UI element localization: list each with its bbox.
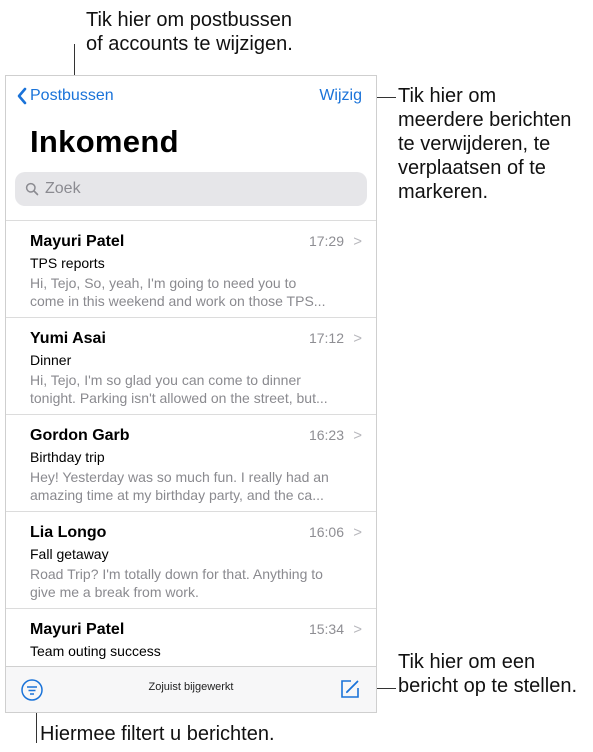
message-sender: Gordon Garb bbox=[30, 427, 130, 444]
back-button[interactable]: Postbussen bbox=[16, 87, 114, 105]
edit-button[interactable]: Wijzig bbox=[319, 87, 362, 105]
mail-screen: Postbussen Wijzig Inkomend Zoek Mayuri P… bbox=[5, 75, 377, 713]
message-preview-line: come in this weekend and work on those T… bbox=[30, 293, 326, 309]
callout-edit-line-3: te verwijderen, te bbox=[398, 133, 551, 155]
callout-edit-line-4: verplaatsen of te bbox=[398, 157, 546, 179]
message-time: 17:12 bbox=[308, 330, 344, 346]
callout-compose: Tik hier om een bericht op te stellen. bbox=[398, 650, 577, 698]
chevron-right-icon: > bbox=[353, 524, 362, 541]
message-item[interactable]: Gordon Garb 16:23 > Birthday trip Hey! Y… bbox=[6, 415, 376, 512]
message-preview-line: give me a break from work. bbox=[30, 584, 199, 600]
message-preview-line: Road Trip? I'm totally down for that. An… bbox=[30, 566, 323, 582]
message-time: 16:23 bbox=[308, 427, 344, 443]
page-title: Inkomend bbox=[30, 124, 179, 159]
back-button-label: Postbussen bbox=[30, 87, 114, 104]
message-preview: Hi, Tejo, I'm so glad you can come to di… bbox=[30, 371, 365, 407]
callout-accounts-line-1: Tik hier om postbussen bbox=[86, 9, 293, 31]
message-item[interactable]: Yumi Asai 17:12 > Dinner Hi, Tejo, I'm s… bbox=[6, 318, 376, 415]
message-subject: Team outing success bbox=[30, 643, 161, 659]
compose-button[interactable] bbox=[338, 677, 362, 706]
callout-edit-line-5: markeren. bbox=[398, 181, 489, 203]
message-preview: Hi, Tejo, So, yeah, I'm going to need yo… bbox=[30, 274, 365, 310]
search-icon bbox=[25, 182, 39, 196]
compose-icon bbox=[341, 680, 359, 698]
message-preview-line: Hi, Tejo, I'm so glad you can come to di… bbox=[30, 372, 301, 388]
chevron-right-icon: > bbox=[353, 233, 362, 250]
callout-compose-line-1: Tik hier om een bbox=[398, 651, 536, 673]
message-subject: Birthday trip bbox=[30, 449, 105, 465]
message-preview: Road Trip? I'm totally down for that. An… bbox=[30, 565, 365, 601]
callout-compose-line-2: bericht op te stellen. bbox=[398, 675, 577, 697]
search-placeholder: Zoek bbox=[45, 180, 81, 197]
callout-edit: Tik hier om meerdere berichten te verwij… bbox=[398, 84, 571, 204]
message-sender: Mayuri Patel bbox=[30, 621, 125, 638]
bottom-toolbar: Zojuist bijgewerkt bbox=[6, 666, 376, 712]
chevron-right-icon: > bbox=[353, 330, 362, 347]
chevron-right-icon: > bbox=[353, 427, 362, 444]
callout-edit-line-2: meerdere berichten bbox=[398, 109, 572, 131]
message-preview-line: tonight. Parking isn't allowed on the st… bbox=[30, 390, 328, 406]
message-list: Mayuri Patel 17:29 > TPS reports Hi, Tej… bbox=[6, 220, 376, 706]
update-status: Zojuist bijgewerkt bbox=[148, 681, 234, 693]
search-input[interactable]: Zoek bbox=[15, 172, 367, 206]
message-item[interactable]: Mayuri Patel 17:29 > TPS reports Hi, Tej… bbox=[6, 221, 376, 318]
message-preview-line: Hi, Tejo, So, yeah, I'm going to need yo… bbox=[30, 275, 297, 291]
message-preview: Hey! Yesterday was so much fun. I really… bbox=[30, 468, 365, 504]
callout-accounts-line-2: of accounts te wijzigen. bbox=[86, 33, 293, 55]
callout-filter: Hiermee filtert u berichten. bbox=[40, 723, 275, 745]
message-sender: Yumi Asai bbox=[30, 330, 106, 347]
message-time: 16:06 bbox=[308, 524, 344, 540]
message-time: 15:34 bbox=[308, 621, 344, 637]
callout-accounts: Tik hier om postbussen of accounts te wi… bbox=[86, 8, 293, 56]
message-sender: Mayuri Patel bbox=[30, 233, 125, 250]
message-item[interactable]: Lia Longo 16:06 > Fall getaway Road Trip… bbox=[6, 512, 376, 609]
message-subject: Dinner bbox=[30, 352, 72, 368]
message-subject: TPS reports bbox=[30, 255, 105, 271]
message-preview-line: Hey! Yesterday was so much fun. I really… bbox=[30, 469, 329, 485]
message-preview-line: amazing time at my birthday party, and t… bbox=[30, 487, 324, 503]
message-time: 17:29 bbox=[308, 233, 344, 249]
message-subject: Fall getaway bbox=[30, 546, 109, 562]
message-sender: Lia Longo bbox=[30, 524, 107, 541]
callout-edit-line-1: Tik hier om bbox=[398, 85, 497, 107]
chevron-right-icon: > bbox=[353, 621, 362, 638]
chevron-left-icon bbox=[17, 87, 27, 105]
